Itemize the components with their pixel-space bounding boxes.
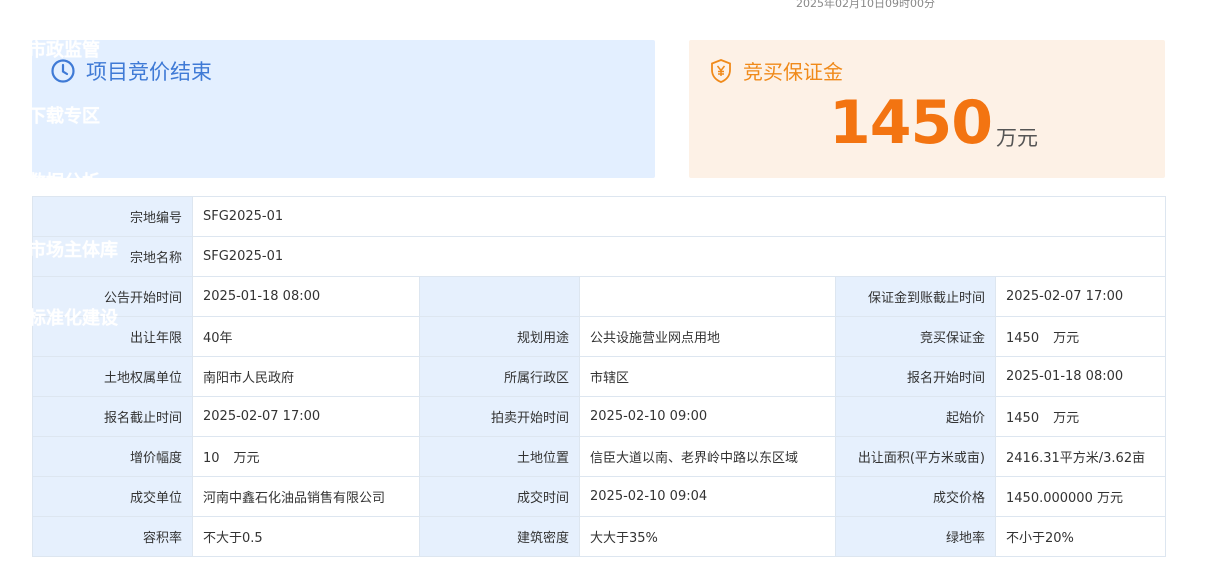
deposit-panel: 竞买保证金 1450 万元 xyxy=(689,40,1165,178)
sidebar-item-supervision[interactable]: 市政监管 xyxy=(28,36,100,62)
term-value: 40年 xyxy=(192,316,420,357)
deal-time-value: 2025-02-10 09:04 xyxy=(579,476,836,517)
deposit-label: 竞买保证金 xyxy=(743,60,843,84)
deposit-amount: 1450 万元 xyxy=(829,90,1038,156)
district-value: 市辖区 xyxy=(579,356,836,397)
empty-label-cell xyxy=(419,276,580,317)
reg-start-label: 报名开始时间 xyxy=(835,356,996,397)
owner-label: 土地权属单位 xyxy=(32,356,193,397)
table-row: 宗地名称 SFG2025-01 xyxy=(32,236,1167,277)
green-label: 绿地率 xyxy=(835,516,996,557)
deal-price-label: 成交价格 xyxy=(835,476,996,517)
table-row: 土地权属单位 南阳市人民政府 所属行政区 市辖区 报名开始时间 2025-01-… xyxy=(32,356,1167,397)
sidebar-item-standardization[interactable]: 标准化建设 xyxy=(28,304,118,330)
parcel-no-value: SFG2025-01 xyxy=(191,196,1167,237)
reg-start-value: 2025-01-18 08:00 xyxy=(994,356,1167,397)
auction-start-value: 2025-02-10 09:00 xyxy=(579,396,836,437)
far-value: 不大于0.5 xyxy=(192,516,420,557)
auction-status-text: 项目竞价结束 xyxy=(86,60,212,84)
sidebar-item-analytics[interactable]: 数据分析 xyxy=(28,168,100,180)
usage-label: 规划用途 xyxy=(419,316,580,357)
deposit-unit: 万元 xyxy=(996,126,1038,150)
increment-label: 增价幅度 xyxy=(32,436,193,477)
bid-deposit-cell: 1450 万元 xyxy=(994,316,1167,357)
area-label: 出让面积(平方米或亩) xyxy=(835,436,996,477)
winner-label: 成交单位 xyxy=(32,476,193,517)
bid-deposit-value: 1450 xyxy=(1006,331,1040,346)
increment-value: 10 xyxy=(203,451,220,466)
parcel-no-label: 宗地编号 xyxy=(32,196,193,237)
deal-time-label: 成交时间 xyxy=(419,476,580,517)
reg-end-label: 报名截止时间 xyxy=(32,396,193,437)
sidebar-item-market-entities[interactable]: 市场主体库 xyxy=(28,236,118,262)
deposit-value: 1450 xyxy=(829,88,993,158)
density-label: 建筑密度 xyxy=(419,516,580,557)
table-row: 增价幅度 10 万元 土地位置 信臣大道以南、老界岭中路以东区域 出让面积(平方米… xyxy=(32,436,1167,477)
start-price-label: 起始价 xyxy=(835,396,996,437)
table-row: 成交单位 河南中鑫石化油品销售有限公司 成交时间 2025-02-10 09:0… xyxy=(32,476,1167,517)
deposit-deadline-value: 2025-02-07 17:00 xyxy=(994,276,1167,317)
auction-timestamp: 2025年02月10日09时00分 xyxy=(796,0,935,10)
shield-yen-icon xyxy=(709,58,733,84)
sidebar-item-downloads[interactable]: 下载专区 xyxy=(28,102,100,128)
parcel-name-value: SFG2025-01 xyxy=(191,236,1167,277)
bid-deposit-unit: 万元 xyxy=(1053,331,1080,346)
table-row: 容积率 不大于0.5 建筑密度 大大于35% 绿地率 不小于20% xyxy=(32,516,1167,557)
reg-end-value: 2025-02-07 17:00 xyxy=(192,396,420,437)
start-price-value: 1450 xyxy=(1006,411,1040,426)
announce-start-value: 2025-01-18 08:00 xyxy=(192,276,420,317)
auction-status-panel: 项目竞价结束 xyxy=(32,40,655,178)
deal-price-value: 1450.000000 万元 xyxy=(994,476,1167,517)
increment-cell: 10 万元 xyxy=(192,436,420,477)
table-row: 报名截止时间 2025-02-07 17:00 拍卖开始时间 2025-02-1… xyxy=(32,396,1167,437)
start-price-cell: 1450 万元 xyxy=(994,396,1167,437)
density-value: 大大于35% xyxy=(579,516,836,557)
location-label: 土地位置 xyxy=(419,436,580,477)
table-row: 公告开始时间 2025-01-18 08:00 保证金到账截止时间 2025-0… xyxy=(32,276,1167,317)
green-value: 不小于20% xyxy=(994,516,1167,557)
empty-value-cell xyxy=(579,276,836,317)
location-value: 信臣大道以南、老界岭中路以东区域 xyxy=(579,436,836,477)
far-label: 容积率 xyxy=(32,516,193,557)
deposit-deadline-label: 保证金到账截止时间 xyxy=(835,276,996,317)
district-label: 所属行政区 xyxy=(419,356,580,397)
parcel-details-table: 宗地编号 SFG2025-01 宗地名称 SFG2025-01 公告开始时间 2… xyxy=(32,196,1167,557)
increment-unit: 万元 xyxy=(233,451,260,466)
owner-value: 南阳市人民政府 xyxy=(192,356,420,397)
winner-value: 河南中鑫石化油品销售有限公司 xyxy=(192,476,420,517)
table-row: 宗地编号 SFG2025-01 xyxy=(32,196,1167,237)
usage-value: 公共设施营业网点用地 xyxy=(579,316,836,357)
bid-deposit-label: 竞买保证金 xyxy=(835,316,996,357)
table-row: 出让年限 40年 规划用途 公共设施营业网点用地 竞买保证金 1450 万元 xyxy=(32,316,1167,357)
start-price-unit: 万元 xyxy=(1053,411,1080,426)
auction-start-label: 拍卖开始时间 xyxy=(419,396,580,437)
area-value: 2416.31平方米/3.62亩 xyxy=(994,436,1167,477)
